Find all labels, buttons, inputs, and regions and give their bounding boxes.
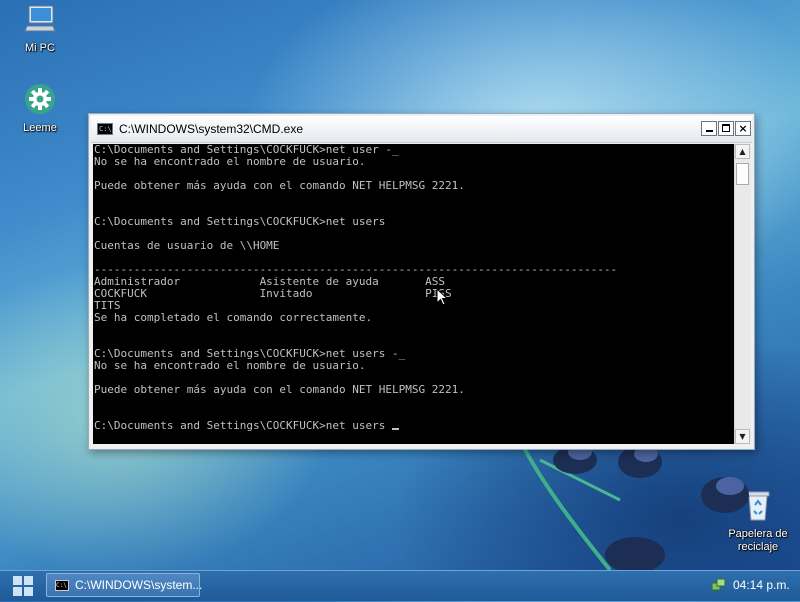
window-titlebar[interactable]: C:\ C:\WINDOWS\system32\CMD.exe × bbox=[91, 116, 752, 143]
cmd-window[interactable]: C:\ C:\WINDOWS\system32\CMD.exe × C:\Doc… bbox=[88, 113, 755, 450]
desktop-icon-leeme[interactable]: Leeme bbox=[8, 82, 72, 135]
console-line: C:\Documents and Settings\COCKFUCK>net u… bbox=[94, 215, 386, 228]
cmd-app-icon[interactable]: C:\ bbox=[97, 123, 113, 135]
console-line: Puede obtener más ayuda con el comando N… bbox=[94, 179, 465, 192]
window-title: C:\WINDOWS\system32\CMD.exe bbox=[119, 122, 304, 136]
minimize-icon bbox=[706, 130, 713, 132]
windows-logo-icon bbox=[13, 576, 33, 596]
close-icon: × bbox=[738, 122, 748, 135]
taskbar-item-cmd[interactable]: C:\ C:\WINDOWS\system... bbox=[46, 573, 203, 597]
cmd-app-icon: C:\ bbox=[55, 580, 69, 591]
gear-icon bbox=[25, 84, 55, 114]
network-tray-icon[interactable] bbox=[711, 577, 727, 593]
console-line: Se ha completado el comando correctament… bbox=[94, 311, 373, 324]
triangle-up-icon: ▲ bbox=[739, 147, 746, 156]
maximize-icon bbox=[722, 124, 730, 132]
triangle-down-icon: ▼ bbox=[739, 432, 746, 441]
desktop-icon-label: Mi PC bbox=[25, 42, 55, 54]
console-line: No se ha encontrado el nombre de usuario… bbox=[94, 155, 366, 168]
scrollbar-thumb[interactable] bbox=[736, 163, 749, 185]
text-cursor bbox=[392, 428, 400, 430]
taskbar-item-label: C:\WINDOWS\system... bbox=[75, 578, 203, 592]
console-line: COCKFUCK Invitado PISS bbox=[94, 287, 452, 300]
mouse-pointer-icon bbox=[436, 288, 448, 306]
wallpaper-flowers bbox=[518, 440, 749, 570]
console-line: Puede obtener más ayuda con el comando N… bbox=[94, 383, 465, 396]
maximize-button[interactable] bbox=[718, 121, 734, 136]
system-clock[interactable]: 04:14 p.m. bbox=[733, 578, 790, 592]
close-button[interactable]: × bbox=[735, 121, 751, 136]
desktop-icon-label: Leeme bbox=[23, 122, 57, 134]
start-button[interactable] bbox=[10, 574, 40, 598]
scroll-up-button[interactable]: ▲ bbox=[735, 144, 750, 159]
scroll-down-button[interactable]: ▼ bbox=[735, 429, 750, 444]
taskbar: C:\ C:\WINDOWS\system... 04:14 p.m. bbox=[0, 570, 800, 601]
console-line: C:\Documents and Settings\COCKFUCK>net u… bbox=[93, 420, 734, 432]
vertical-scrollbar[interactable]: ▲ ▼ bbox=[734, 144, 751, 444]
minimize-button[interactable] bbox=[701, 121, 717, 136]
desktop-icon-mi-pc[interactable]: Mi PC bbox=[8, 2, 72, 55]
computer-icon bbox=[24, 5, 56, 32]
console-line: No se ha encontrado el nombre de usuario… bbox=[94, 359, 366, 372]
console-line: Cuentas de usuario de \\HOME bbox=[94, 239, 280, 252]
console-output[interactable]: C:\Documents and Settings\COCKFUCK>net u… bbox=[93, 144, 734, 444]
